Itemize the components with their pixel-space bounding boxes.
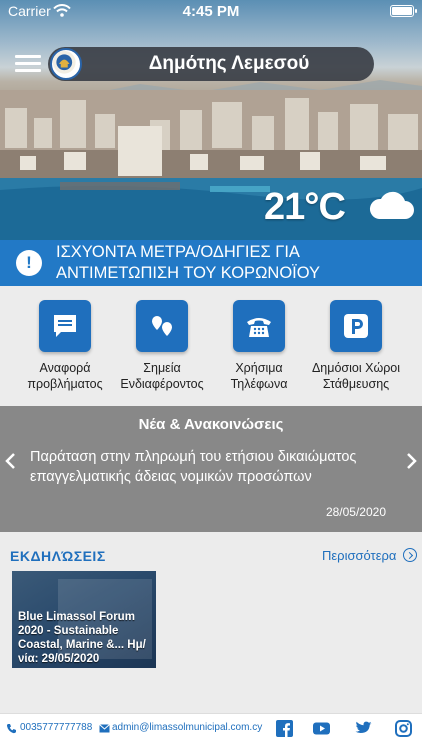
cloud-icon [369,191,414,219]
news-headline[interactable]: Παράταση στην πληρωμή του ετήσιου δικαιώ… [30,447,390,487]
temperature-label: 21°C [264,186,346,228]
mail-icon [99,724,110,733]
chevron-left-icon[interactable] [4,452,18,470]
public-parking-label: Δημόσιοι Χώροι Στάθμευσης [311,361,401,391]
twitter-icon[interactable] [355,720,372,737]
report-problem-button[interactable]: Αναφορά προβλήματος [17,300,113,392]
phone-link[interactable]: 0035777777788 [20,722,92,733]
page-title: Δημότης Λεμεσού [148,53,310,74]
hero-image [0,0,422,240]
telephone-icon [233,300,285,352]
clock: 4:45 PM [182,3,240,20]
hamburger-menu-button[interactable] [15,55,41,73]
email-link[interactable]: admin@limassolmunicipal.com.cy [112,722,262,733]
useful-phones-label: Χρήσιμα Τηλέφωνα [230,361,288,391]
map-pins-icon [136,300,188,352]
info-icon: ! [16,250,42,276]
instagram-icon[interactable] [395,720,412,737]
report-problem-label: Αναφορά προβλήματος [27,361,103,391]
points-of-interest-label: Σημεία Ενδιαφέροντος [120,361,204,391]
news-heading: Νέα & Ανακοινώσεις [138,416,284,433]
alert-text: ΙΣΧΥΟΝΤΑ ΜΕΤΡΑ/ΟΔΗΓΙΕΣ ΓΙΑ ΑΝΤΙΜΕΤΩΠΙΣΗ … [56,243,321,282]
news-date: 28/05/2020 [325,505,386,519]
battery-icon [390,5,417,17]
status-bar: Carrier 4:45 PM [0,0,422,24]
useful-phones-button[interactable]: Χρήσιμα Τηλέφωνα [211,300,307,392]
events-heading: ΕΚΔΗΛΏΣΕΙΣ [10,548,106,564]
report-message-icon [39,300,91,352]
youtube-icon[interactable] [313,720,330,737]
event-card[interactable]: Blue Limassol Forum 2020 - Sustainable C… [12,571,156,668]
more-events-link[interactable]: Περισσότερα [322,548,396,563]
municipality-logo [50,48,82,80]
parking-icon [330,300,382,352]
chevron-circle-right-icon[interactable] [403,548,417,562]
points-of-interest-button[interactable]: Σημεία Ενδιαφέροντος [114,300,210,392]
phone-icon [6,724,17,734]
city-skyline [0,90,422,240]
public-parking-button[interactable]: Δημόσιοι Χώροι Στάθμευσης [308,300,404,392]
facebook-icon[interactable] [276,720,293,737]
event-title: Blue Limassol Forum 2020 - Sustainable C… [18,611,146,665]
chevron-right-icon[interactable] [404,452,418,470]
